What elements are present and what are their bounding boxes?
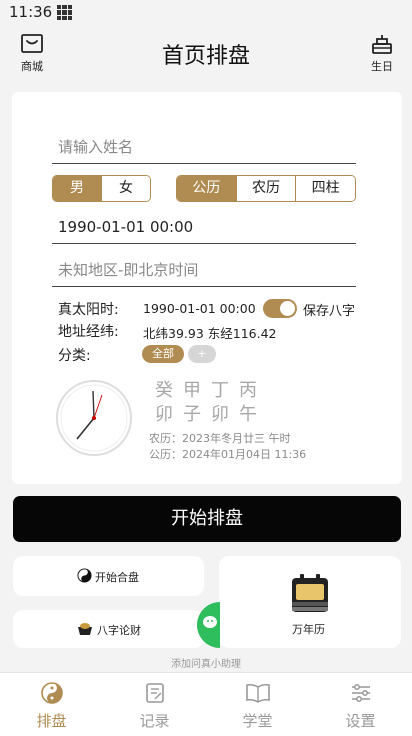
tab-label: 学堂 xyxy=(242,712,273,730)
bazi-heavenly-stems: 癸甲丁丙 xyxy=(155,380,267,401)
category-label: 分类: xyxy=(58,348,91,364)
location-field[interactable]: 未知地区-即北京时间 xyxy=(52,259,356,287)
yin-yang-icon xyxy=(77,568,92,583)
lucai-card[interactable]: 八字论财 xyxy=(13,610,204,648)
yin-yang-icon xyxy=(40,682,63,704)
tab-settings[interactable]: 设置 xyxy=(309,673,412,736)
tab-label: 记录 xyxy=(139,712,170,730)
calendar-type-selector: 公历 农历 四柱 xyxy=(176,175,356,202)
true-solar-time-value: 1990-01-01 00:00 xyxy=(143,301,256,316)
analog-clock-icon xyxy=(56,380,132,456)
calendar-solar-option[interactable]: 公历 xyxy=(177,176,236,201)
hepan-card[interactable]: 开始合盘 xyxy=(13,556,204,596)
treasure-bowl-icon xyxy=(78,623,92,635)
calendar-icon xyxy=(292,574,328,612)
status-bar: 11:36 xyxy=(0,0,412,26)
calendar-four-pillars-option[interactable]: 四柱 xyxy=(295,176,355,201)
save-bazi-label: 保存八字 xyxy=(303,304,356,319)
assistant-float-icon[interactable] xyxy=(188,602,220,648)
tab-records[interactable]: 记录 xyxy=(103,673,206,736)
lunar-date-line: 农历：2023年冬月廿三 午时 xyxy=(149,432,291,445)
notebook-icon xyxy=(145,683,164,703)
perpetual-calendar-card[interactable]: 万年历 xyxy=(219,556,401,648)
book-icon xyxy=(245,683,270,703)
category-all-chip[interactable]: 全部 xyxy=(142,345,184,363)
tab-label: 设置 xyxy=(345,712,376,730)
coords-value: 北纬39.93 东经116.42 xyxy=(143,326,277,341)
page-title: 首页排盘 xyxy=(161,44,250,69)
header: 商城 首页排盘 生日 xyxy=(0,26,412,76)
name-input[interactable]: 请输入姓名 xyxy=(52,136,356,164)
calendar-label: 万年历 xyxy=(292,623,325,636)
gender-male-option[interactable]: 男 xyxy=(53,176,101,201)
solar-date-line: 公历：2024年01月04日 11:36 xyxy=(149,448,307,461)
app-grid-icon xyxy=(57,5,72,20)
lucai-label: 八字论财 xyxy=(97,624,141,637)
assistant-tip: 添加问真小助理 xyxy=(171,659,241,670)
true-solar-time-label: 真太阳时: xyxy=(58,302,119,318)
status-time: 11:36 xyxy=(9,3,53,21)
birthday-button[interactable]: 生日 xyxy=(362,32,402,74)
birthday-label: 生日 xyxy=(371,60,393,73)
birthday-cake-icon xyxy=(372,35,392,54)
gender-selector: 男 女 xyxy=(52,175,151,202)
bottom-tab-bar: 排盘 记录 学堂 设置 xyxy=(0,672,412,736)
coords-label: 地址经纬: xyxy=(58,324,119,340)
tab-label: 排盘 xyxy=(36,712,67,730)
save-bazi-toggle[interactable] xyxy=(263,299,297,318)
start-chart-button[interactable]: 开始排盘 xyxy=(13,496,401,542)
category-add-button[interactable]: + xyxy=(188,345,216,363)
tab-paipan[interactable]: 排盘 xyxy=(0,673,103,736)
gender-female-option[interactable]: 女 xyxy=(101,176,150,201)
birth-datetime-field[interactable]: 1990-01-01 00:00 xyxy=(52,218,356,244)
calendar-lunar-option[interactable]: 农历 xyxy=(235,176,296,201)
tab-school[interactable]: 学堂 xyxy=(206,673,309,736)
sliders-icon xyxy=(351,684,370,702)
bazi-earthly-branches: 卯子卯午 xyxy=(155,404,267,425)
birth-info-card: 请输入姓名 男 女 公历 农历 四柱 1990-01-01 00:00 未知地区… xyxy=(12,92,402,484)
hepan-label: 开始合盘 xyxy=(95,571,139,584)
